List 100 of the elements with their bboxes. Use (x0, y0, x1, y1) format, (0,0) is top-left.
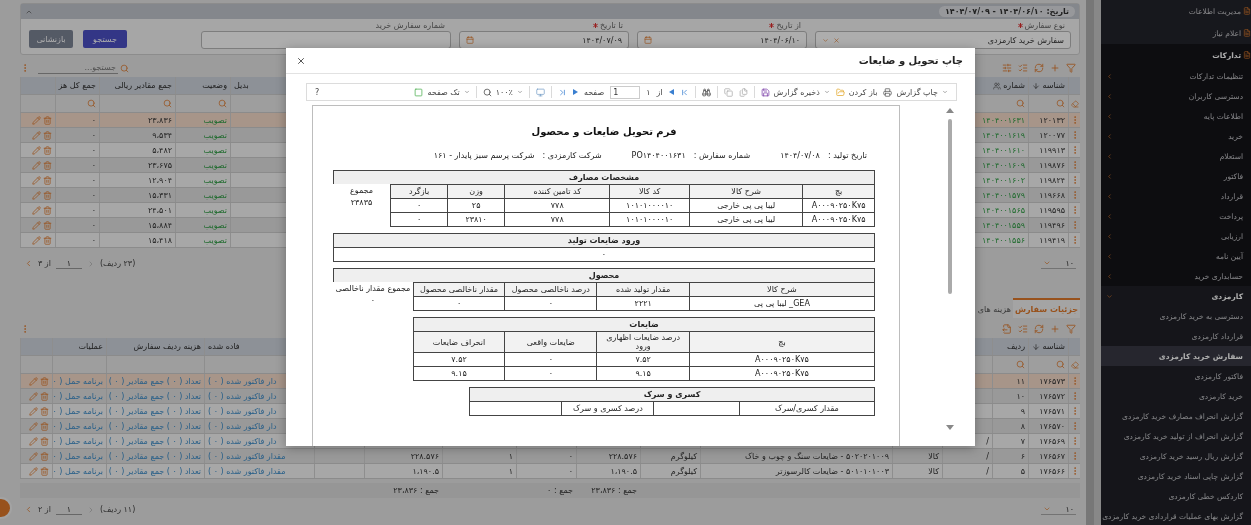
pencil-icon[interactable] (32, 160, 41, 170)
trash-icon[interactable] (40, 466, 49, 476)
refresh-icon[interactable] (1034, 63, 1044, 73)
binoculars-icon[interactable] (701, 87, 711, 97)
column-header[interactable]: جمع کل هز (58, 81, 96, 90)
filter-icon[interactable] (1066, 324, 1076, 334)
page-size-select[interactable]: ۱۰ (1041, 504, 1076, 515)
trash-icon[interactable] (43, 130, 52, 140)
search-icon[interactable] (1056, 99, 1065, 108)
pencil-icon[interactable] (29, 376, 38, 386)
trash-icon[interactable] (43, 115, 52, 125)
refresh-icon[interactable] (1034, 324, 1044, 334)
trash-icon[interactable] (43, 145, 52, 155)
trash-icon[interactable] (40, 376, 49, 386)
column-header[interactable]: شناسه (1042, 342, 1065, 351)
trash-icon[interactable] (43, 235, 52, 245)
list-icon[interactable] (1018, 63, 1028, 73)
first-page-icon[interactable] (557, 87, 567, 97)
trash-icon[interactable] (40, 406, 49, 416)
input-field[interactable] (201, 31, 451, 49)
search-icon[interactable] (1016, 99, 1025, 108)
trash-icon[interactable] (43, 190, 52, 200)
pencil-icon[interactable] (32, 205, 41, 215)
search-icon[interactable] (218, 99, 227, 108)
column-header[interactable]: شناسه (1042, 81, 1065, 90)
search-field[interactable]: جستجو... (38, 62, 118, 74)
column-header[interactable]: هزینه ردیف سفارش (133, 342, 201, 351)
pencil-icon[interactable] (32, 130, 41, 140)
document-icon[interactable] (738, 87, 748, 97)
add-icon[interactable] (1050, 324, 1060, 334)
column-header[interactable]: وضعیت (202, 81, 227, 90)
trash-icon[interactable] (40, 436, 49, 446)
date-field[interactable]: ۱۴۰۴/۰۷/۰۹ (459, 31, 629, 49)
column-header[interactable]: فاده شده (208, 342, 240, 351)
copy-icon[interactable] (723, 87, 733, 97)
column-header[interactable]: بدیل (234, 81, 249, 90)
pencil-icon[interactable] (29, 466, 38, 476)
users-icon[interactable] (993, 81, 1002, 90)
filter-icon[interactable] (1066, 63, 1076, 73)
trash-icon[interactable] (40, 421, 49, 431)
export-icon[interactable] (1002, 324, 1012, 334)
tab[interactable]: هزینه های (975, 298, 1013, 318)
clear-icon[interactable] (833, 36, 840, 44)
calendar-icon[interactable] (466, 36, 474, 44)
page-input[interactable]: ۱ (55, 258, 82, 269)
monitor-icon[interactable] (535, 87, 545, 97)
page-input[interactable]: 1 (610, 85, 641, 99)
pencil-icon[interactable] (29, 391, 38, 401)
table-row[interactable]: ۱۷۶۵۶۶ ۵ / کالا ۵۰۱۰۱۰۱۰۰۳ - ضایعات کالرسوزتر کیلوگرم ۱،۱۹۰.۵ ۰ ۱ ۱،۱۹۰.۵ مقدار فاکتور شده ( ۰ ) تعداد ( ۰ ) جمع مقادیر ( ۰ ) برنامه حمل ( ۰ (20, 464, 1080, 479)
list-icon[interactable] (1018, 324, 1028, 334)
page-input[interactable]: ۱ (55, 504, 82, 515)
pencil-icon[interactable] (29, 421, 38, 431)
trash-icon[interactable] (40, 451, 49, 461)
trash-icon[interactable] (43, 205, 52, 215)
trash-icon[interactable] (43, 175, 52, 185)
calendar-icon[interactable] (644, 36, 652, 44)
pencil-icon[interactable] (29, 436, 38, 446)
pencil-icon[interactable] (32, 175, 41, 185)
chevron-left-icon[interactable] (24, 259, 33, 268)
table-cell: ۲۲۸.۵۷۶ (608, 451, 637, 461)
column-header[interactable]: جمع مقادیر ریالی (114, 81, 172, 90)
pencil-icon[interactable] (32, 190, 41, 200)
trash-icon[interactable] (43, 220, 52, 230)
trash-icon[interactable] (40, 391, 49, 401)
pencil-icon[interactable] (32, 145, 41, 155)
search-icon[interactable] (163, 99, 172, 108)
chevron-down-icon[interactable] (822, 36, 829, 44)
select-field[interactable]: سفارش خرید کارمزدی (815, 31, 1071, 49)
pencil-icon[interactable] (32, 235, 41, 245)
eraser-icon[interactable] (1070, 360, 1079, 369)
sort-arrow-icon[interactable] (1032, 81, 1041, 90)
search-icon[interactable] (1056, 360, 1065, 369)
save-button[interactable]: ذخیره گزارش (760, 87, 830, 97)
table-row[interactable]: ۱۷۶۵۶۷ ۶ / کالا ۵۰۲۰۲۰۱۰۰۹ - ضایعات سنگ و چوب و خاک کیلوگرم ۲۲۸.۵۷۶ ۰ ۱ ۲۲۸.۵۷۶ مقدار فاکتور شده ( ۰ ) تعداد ( ۰ ) جمع مقادیر ( ۰ ) برنامه حمل ( ۰ (20, 449, 1080, 464)
trash-icon[interactable] (43, 160, 52, 170)
column-header[interactable]: ردیف (1007, 342, 1025, 351)
pencil-icon[interactable] (32, 220, 41, 230)
reset-button[interactable]: بازنشانی (29, 30, 73, 48)
pencil-icon[interactable] (29, 451, 38, 461)
print-button[interactable]: چاپ گزارش (883, 87, 948, 97)
sliders-icon[interactable] (1002, 63, 1012, 73)
search-icon[interactable] (87, 99, 96, 108)
sort-arrow-icon[interactable] (1032, 342, 1041, 351)
pencil-icon[interactable] (29, 406, 38, 416)
open-button[interactable]: باز کردن (835, 87, 878, 97)
search-icon[interactable] (1016, 360, 1025, 369)
date-field[interactable]: ۱۴۰۴/۰۶/۱۰ (637, 31, 807, 49)
search-button[interactable]: جستجو (83, 30, 127, 48)
last-page-icon[interactable] (679, 87, 689, 97)
eraser-icon[interactable] (1070, 99, 1079, 108)
pencil-icon[interactable] (32, 115, 41, 125)
view-mode-button[interactable]: تک صفحه (414, 87, 470, 97)
add-icon[interactable] (1050, 63, 1060, 73)
help-button[interactable]: ? (315, 87, 320, 97)
close-icon[interactable] (296, 55, 306, 66)
page-size-select[interactable]: ۱۰ (1041, 258, 1076, 269)
column-header[interactable]: شماره (1003, 81, 1025, 90)
column-header[interactable]: عملیات (78, 342, 103, 351)
zoom-button[interactable]: ۱۰۰٪ (482, 87, 523, 97)
chevron-left-icon[interactable] (24, 505, 33, 514)
